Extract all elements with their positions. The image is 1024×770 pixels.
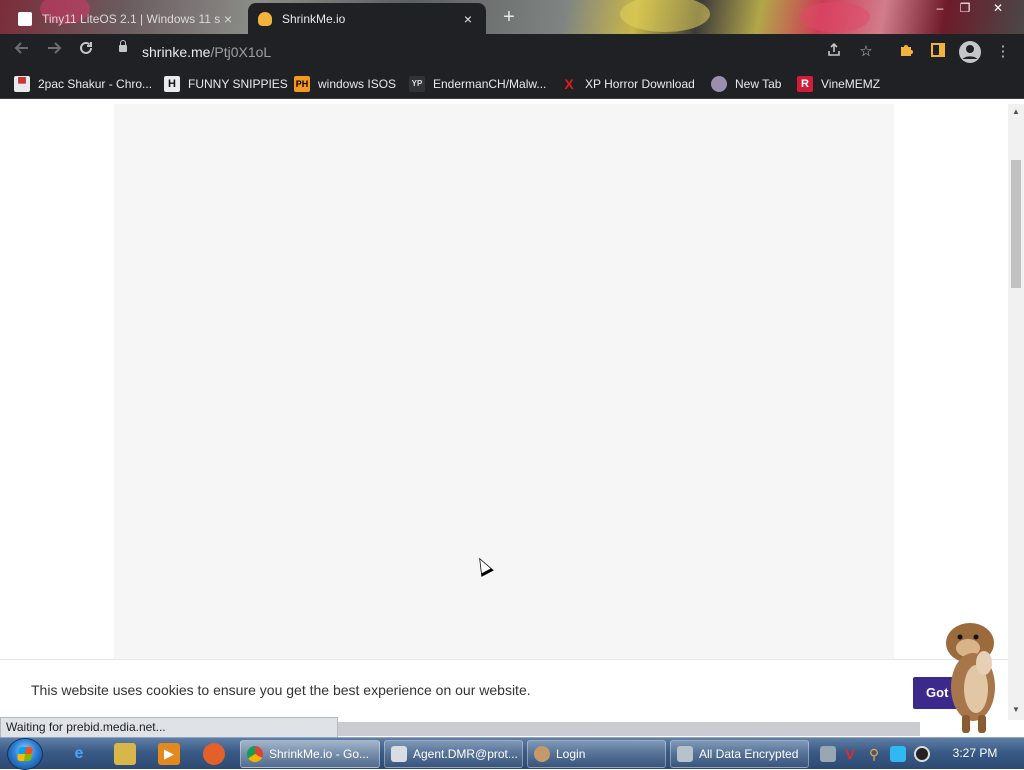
taskbar-item-chrome[interactable]: ShrinkMe.io - Go... — [240, 740, 380, 768]
bookmark-new-tab[interactable]: New Tab — [711, 75, 781, 93]
tab-favicon-icon — [18, 11, 32, 26]
window-title-bar: Tiny11 LiteOS 2.1 | Windows 11 s × Shrin… — [0, 0, 1024, 34]
bookmark-endermanch[interactable]: YP EndermanCH/Malw... — [409, 75, 546, 93]
hamster-mascot-icon[interactable] — [938, 615, 1008, 737]
h-icon: H — [164, 76, 180, 92]
new-tab-button[interactable]: + — [498, 7, 520, 29]
lock-icon — [119, 40, 127, 52]
back-button[interactable] — [10, 40, 34, 64]
taskbar-item-label: Agent.DMR@prot... — [413, 747, 518, 761]
mail-icon — [391, 746, 407, 762]
bookmark-label: New Tab — [735, 77, 782, 91]
scroll-down-arrow-icon[interactable]: ▼ — [1008, 704, 1024, 716]
arrow-right-icon — [48, 42, 62, 54]
minimize-button[interactable]: – — [928, 0, 952, 18]
web-page — [0, 104, 1008, 720]
bookmark-funny-snippies[interactable]: H FUNNY SNIPPIES — [164, 75, 288, 93]
yp-icon: YP — [409, 76, 425, 92]
bookmark-label: 2pac Shakur - Chro... — [38, 77, 153, 91]
x-icon: X — [564, 76, 574, 92]
url-domain: shrinke.me — [142, 44, 211, 60]
hand-favicon-icon — [258, 11, 272, 26]
windows-taskbar: e ▶ ShrinkMe.io - Go... Agent.DMR@prot..… — [0, 737, 1024, 770]
bookmark-label: windows ISOS — [318, 77, 397, 91]
lock-window-icon — [677, 746, 693, 762]
bookmark-label: XP Horror Download — [585, 77, 695, 91]
forward-button[interactable] — [42, 40, 66, 64]
bookmark-label: EndermanCH/Malw... — [433, 77, 547, 91]
content-panel — [114, 104, 894, 720]
wallpaper-splash — [620, 0, 710, 32]
puzzle-icon — [901, 45, 913, 56]
address-bar[interactable]: shrinke.me/Ptj0X1oL — [107, 37, 887, 67]
tab-title: Tiny11 LiteOS 2.1 | Windows 11 s — [42, 11, 220, 26]
vertical-scrollbar[interactable]: ▲ ▼ — [1008, 104, 1024, 720]
tray-record-icon[interactable] — [914, 746, 930, 762]
app-launcher-icon[interactable] — [203, 743, 225, 765]
menu-kebab-icon[interactable]: ⋮ — [993, 42, 1013, 62]
close-window-button[interactable]: ✕ — [986, 0, 1010, 18]
avatar-icon — [959, 41, 981, 63]
taskbar-item-label: ShrinkMe.io - Go... — [269, 747, 370, 761]
tab-close-icon[interactable]: × — [460, 11, 476, 27]
tab-shrinkme[interactable]: ShrinkMe.io × — [248, 3, 486, 34]
extensions-puzzle-icon[interactable] — [896, 42, 916, 62]
tab-title: ShrinkMe.io — [282, 11, 346, 26]
tray-network-icon[interactable] — [820, 746, 836, 762]
r-icon: R — [797, 76, 813, 92]
taskbar-item-label: All Data Encrypted — [699, 747, 799, 761]
share-icon[interactable] — [824, 42, 844, 62]
arrow-left-icon — [14, 42, 28, 54]
tab-close-icon[interactable]: × — [220, 11, 236, 27]
bookmark-label: FUNNY SNIPPIES — [188, 77, 288, 91]
taskbar-item-login[interactable]: Login — [527, 740, 666, 768]
reload-icon — [80, 41, 92, 54]
tray-v-icon[interactable]: V — [842, 746, 858, 762]
bookmark-star-icon[interactable]: ☆ — [856, 42, 876, 62]
profile-avatar-icon[interactable] — [958, 40, 982, 64]
scrollbar-thumb[interactable] — [1011, 160, 1021, 288]
bookmarks-bar: ▀ 2pac Shakur - Chro... H FUNNY SNIPPIES… — [0, 70, 1024, 99]
media-player-icon[interactable]: ▶ — [158, 743, 180, 765]
bookmark-2pac[interactable]: ▀ 2pac Shakur - Chro... — [14, 75, 152, 93]
scroll-up-arrow-icon[interactable]: ▲ — [1008, 106, 1024, 118]
taskbar-item-agent-dmr[interactable]: Agent.DMR@prot... — [384, 740, 523, 768]
url-text[interactable]: shrinke.me/Ptj0X1oL — [142, 44, 271, 60]
tray-display-icon[interactable] — [890, 746, 906, 762]
cookie-banner: This website uses cookies to ensure you … — [0, 659, 1008, 722]
chrome-icon — [247, 746, 263, 762]
url-path: /Ptj0X1oL — [210, 44, 272, 60]
panel-icon — [931, 43, 945, 57]
bookmark-windows-isos[interactable]: PH windows ISOS — [294, 75, 396, 93]
bus-icon: ▀ — [14, 76, 30, 92]
tray-search-icon[interactable]: ⚲ — [866, 746, 882, 762]
bookmark-xp-horror[interactable]: X XP Horror Download — [561, 75, 695, 93]
share-glyph-icon — [828, 42, 840, 56]
maximize-button[interactable]: ❐ — [953, 0, 977, 18]
wallpaper-splash — [800, 2, 870, 32]
side-panel-icon[interactable] — [928, 42, 948, 62]
tab-tiny11[interactable]: Tiny11 LiteOS 2.1 | Windows 11 s × — [8, 3, 246, 34]
folder-icon[interactable] — [114, 743, 136, 765]
bookmark-vinememz[interactable]: R VineMEMZ — [797, 75, 880, 93]
taskbar-item-all-data-encrypted[interactable]: All Data Encrypted — [670, 740, 809, 768]
horizontal-scrollbar[interactable] — [338, 722, 920, 736]
ph-icon: PH — [294, 76, 310, 92]
taskbar-clock[interactable]: 3:27 PM — [940, 746, 1010, 760]
user-icon — [534, 746, 550, 762]
status-bar: Waiting for prebid.media.net... — [0, 717, 338, 737]
start-button[interactable] — [7, 738, 43, 770]
reload-button[interactable] — [74, 40, 98, 64]
cookie-message: This website uses cookies to ensure you … — [31, 682, 531, 698]
internet-explorer-icon[interactable]: e — [68, 743, 90, 765]
taskbar-item-label: Login — [556, 747, 586, 761]
globe-icon — [711, 76, 727, 92]
browser-toolbar: shrinke.me/Ptj0X1oL ☆ ⋮ — [0, 34, 1024, 70]
bookmark-label: VineMEMZ — [821, 77, 881, 91]
